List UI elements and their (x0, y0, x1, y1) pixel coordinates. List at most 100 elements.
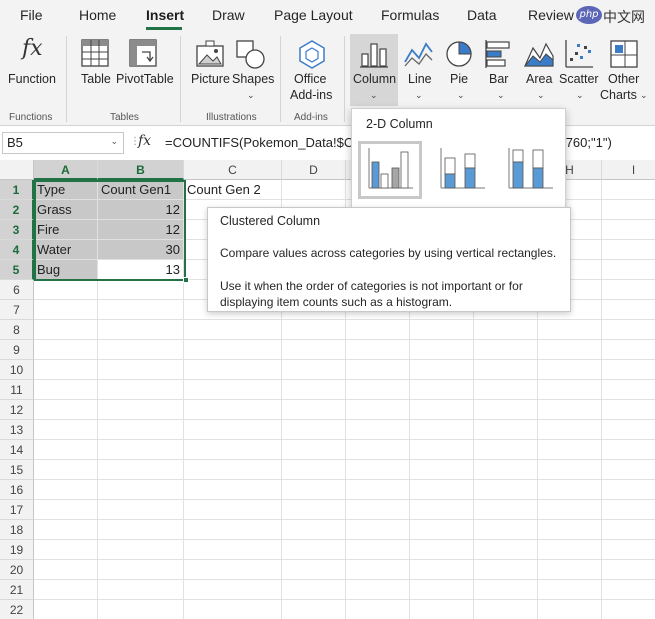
empty-cell[interactable] (538, 540, 602, 560)
empty-cell[interactable] (602, 200, 655, 220)
empty-cell[interactable] (538, 400, 602, 420)
empty-cell[interactable] (346, 560, 410, 580)
empty-cell[interactable] (34, 400, 98, 420)
empty-cell[interactable] (34, 320, 98, 340)
empty-cell[interactable] (346, 360, 410, 380)
empty-cell[interactable] (34, 540, 98, 560)
formula-input[interactable]: =COUNTIFS(Pokemon_Data!$C$ (165, 135, 360, 150)
empty-cell[interactable] (602, 520, 655, 540)
empty-cell[interactable] (410, 460, 474, 480)
scatter-chart-button[interactable]: Scatter ⌄ (558, 34, 600, 106)
row-header-8[interactable]: 8 (0, 320, 34, 340)
table-button[interactable]: Table (76, 34, 114, 94)
empty-cell[interactable] (282, 360, 346, 380)
row-header-1[interactable]: 1 (0, 180, 34, 200)
empty-cell[interactable] (602, 560, 655, 580)
empty-cell[interactable] (538, 460, 602, 480)
cell-b4[interactable]: 30 (98, 240, 184, 260)
empty-cell[interactable] (410, 400, 474, 420)
empty-cell[interactable] (34, 280, 98, 300)
column-header-a[interactable]: A (34, 160, 98, 180)
empty-cell[interactable] (410, 340, 474, 360)
empty-cell[interactable] (410, 580, 474, 600)
empty-cell[interactable] (602, 360, 655, 380)
empty-cell[interactable] (538, 600, 602, 619)
row-header-22[interactable]: 22 (0, 600, 34, 619)
empty-cell[interactable] (602, 220, 655, 240)
empty-cell[interactable] (538, 560, 602, 580)
empty-cell[interactable] (346, 480, 410, 500)
empty-cell[interactable] (410, 320, 474, 340)
empty-cell[interactable] (346, 340, 410, 360)
cell-c1[interactable]: Count Gen 2 (184, 180, 282, 200)
row-header-19[interactable]: 19 (0, 540, 34, 560)
row-header-21[interactable]: 21 (0, 580, 34, 600)
empty-cell[interactable] (602, 540, 655, 560)
tab-page-layout[interactable]: Page Layout (274, 7, 353, 23)
office-addins-button[interactable]: Office Add-ins (286, 34, 338, 106)
row-header-7[interactable]: 7 (0, 300, 34, 320)
empty-cell[interactable] (34, 560, 98, 580)
empty-cell[interactable] (410, 500, 474, 520)
empty-cell[interactable] (602, 180, 655, 200)
empty-cell[interactable] (98, 460, 184, 480)
row-header-18[interactable]: 18 (0, 520, 34, 540)
empty-cell[interactable] (410, 600, 474, 619)
empty-cell[interactable] (410, 560, 474, 580)
empty-cell[interactable] (410, 420, 474, 440)
chevron-down-icon[interactable]: ⌄ (110, 136, 118, 147)
empty-cell[interactable] (346, 540, 410, 560)
empty-cell[interactable] (474, 420, 538, 440)
row-header-12[interactable]: 12 (0, 400, 34, 420)
cell-b3[interactable]: 12 (98, 220, 184, 240)
tab-formulas[interactable]: Formulas (381, 7, 439, 23)
cell-a3[interactable]: Fire (34, 220, 98, 240)
row-header-14[interactable]: 14 (0, 440, 34, 460)
column-header-b[interactable]: B (98, 160, 184, 180)
row-header-15[interactable]: 15 (0, 460, 34, 480)
empty-cell[interactable] (98, 340, 184, 360)
empty-cell[interactable] (184, 600, 282, 619)
cell-b2[interactable]: 12 (98, 200, 184, 220)
empty-cell[interactable] (34, 480, 98, 500)
empty-cell[interactable] (474, 460, 538, 480)
empty-cell[interactable] (184, 340, 282, 360)
bar-chart-button[interactable]: Bar ⌄ (480, 34, 520, 106)
empty-cell[interactable] (346, 420, 410, 440)
empty-cell[interactable] (98, 600, 184, 619)
empty-cell[interactable] (602, 480, 655, 500)
empty-cell[interactable] (282, 320, 346, 340)
empty-cell[interactable] (184, 500, 282, 520)
area-chart-button[interactable]: Area ⌄ (520, 34, 560, 106)
empty-cell[interactable] (98, 560, 184, 580)
empty-cell[interactable] (410, 380, 474, 400)
tab-draw[interactable]: Draw (212, 7, 245, 23)
empty-cell[interactable] (538, 320, 602, 340)
shapes-button[interactable]: Shapes ⌄ (230, 34, 274, 106)
empty-cell[interactable] (474, 380, 538, 400)
row-header-11[interactable]: 11 (0, 380, 34, 400)
empty-cell[interactable] (184, 540, 282, 560)
empty-cell[interactable] (538, 380, 602, 400)
name-box[interactable]: B5 ⌄ (2, 132, 124, 154)
empty-cell[interactable] (282, 580, 346, 600)
empty-cell[interactable] (602, 400, 655, 420)
empty-cell[interactable] (184, 460, 282, 480)
empty-cell[interactable] (184, 400, 282, 420)
row-header-10[interactable]: 10 (0, 360, 34, 380)
empty-cell[interactable] (602, 240, 655, 260)
empty-cell[interactable] (346, 500, 410, 520)
empty-cell[interactable] (34, 600, 98, 619)
empty-cell[interactable] (282, 560, 346, 580)
empty-cell[interactable] (538, 360, 602, 380)
empty-cell[interactable] (602, 600, 655, 619)
empty-cell[interactable] (98, 540, 184, 560)
empty-cell[interactable] (282, 480, 346, 500)
column-chart-button[interactable]: Column ⌄ (350, 34, 398, 106)
empty-cell[interactable] (346, 400, 410, 420)
empty-cell[interactable] (282, 420, 346, 440)
clustered-column-option[interactable] (358, 141, 422, 199)
empty-cell[interactable] (474, 440, 538, 460)
row-header-13[interactable]: 13 (0, 420, 34, 440)
empty-cell[interactable] (34, 580, 98, 600)
